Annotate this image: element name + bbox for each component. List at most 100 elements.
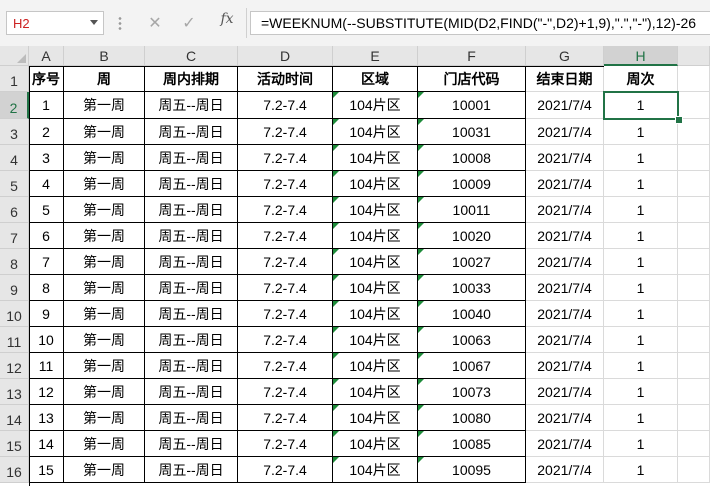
cell-i14[interactable] [678,405,710,431]
cell-e11[interactable]: 104片区 [333,327,418,353]
row-header-4[interactable]: 4 [0,145,29,171]
cell-g4[interactable]: 2021/7/4 [526,145,604,171]
cell-f7[interactable]: 10020 [418,223,526,249]
cell-g9[interactable]: 2021/7/4 [526,275,604,301]
cell-d2[interactable]: 7.2-7.4 [238,92,333,119]
cell-c13[interactable]: 周五--周日 [145,379,238,405]
cell-d6[interactable]: 7.2-7.4 [238,197,333,223]
name-box[interactable]: H2 [6,11,104,35]
row-header-7[interactable]: 7 [0,223,29,249]
cell-h14[interactable]: 1 [604,405,678,431]
cell-h8[interactable]: 1 [604,249,678,275]
cell-h3[interactable]: 1 [604,119,678,145]
cell-a10[interactable]: 9 [29,301,64,327]
row-header-15[interactable]: 15 [0,431,29,457]
cell-d3[interactable]: 7.2-7.4 [238,119,333,145]
cell-i1[interactable] [678,66,710,92]
cell-b3[interactable]: 第一周 [64,119,145,145]
cell-f8[interactable]: 10027 [418,249,526,275]
cell-a6[interactable]: 5 [29,197,64,223]
cell-g7[interactable]: 2021/7/4 [526,223,604,249]
cell-b5[interactable]: 第一周 [64,171,145,197]
row-header-11[interactable]: 11 [0,327,29,353]
row-header-5[interactable]: 5 [0,171,29,197]
header-cell-b[interactable]: 周 [64,66,145,92]
cell-h9[interactable]: 1 [604,275,678,301]
cell-f10[interactable]: 10040 [418,301,526,327]
cell-e12[interactable]: 104片区 [333,353,418,379]
cell-i11[interactable] [678,327,710,353]
cell-c16[interactable]: 周五--周日 [145,457,238,483]
cell-i16[interactable] [678,457,710,483]
row-header-14[interactable]: 14 [0,405,29,431]
cell-a4[interactable]: 3 [29,145,64,171]
row-header-10[interactable]: 10 [0,301,29,327]
cell-c15[interactable]: 周五--周日 [145,431,238,457]
cell-h15[interactable]: 1 [604,431,678,457]
cell-c11[interactable]: 周五--周日 [145,327,238,353]
header-cell-h[interactable]: 周次 [604,66,678,92]
cell-f4[interactable]: 10008 [418,145,526,171]
cell-g10[interactable]: 2021/7/4 [526,301,604,327]
cell-i6[interactable] [678,197,710,223]
cell-h5[interactable]: 1 [604,171,678,197]
cell-f16[interactable]: 10095 [418,457,526,483]
cell-b7[interactable]: 第一周 [64,223,145,249]
header-cell-e[interactable]: 区域 [333,66,418,92]
cell-h4[interactable]: 1 [604,145,678,171]
cell-b12[interactable]: 第一周 [64,353,145,379]
cell-i4[interactable] [678,145,710,171]
cell-d7[interactable]: 7.2-7.4 [238,223,333,249]
formula-input[interactable]: =WEEKNUM(--SUBSTITUTE(MID(D2,FIND("-",D2… [250,11,710,35]
cell-e16[interactable]: 104片区 [333,457,418,483]
cell-c9[interactable]: 周五--周日 [145,275,238,301]
cell-f13[interactable]: 10073 [418,379,526,405]
cell-i12[interactable] [678,353,710,379]
header-cell-a[interactable]: 序号 [29,66,64,92]
cell-b6[interactable]: 第一周 [64,197,145,223]
cell-d8[interactable]: 7.2-7.4 [238,249,333,275]
cell-e3[interactable]: 104片区 [333,119,418,145]
cell-d9[interactable]: 7.2-7.4 [238,275,333,301]
cell-d5[interactable]: 7.2-7.4 [238,171,333,197]
cell-c6[interactable]: 周五--周日 [145,197,238,223]
chevron-down-icon[interactable] [90,20,98,25]
cell-c7[interactable]: 周五--周日 [145,223,238,249]
column-header-c[interactable]: C [145,46,238,66]
header-cell-g[interactable]: 结束日期 [526,66,604,92]
cell-i7[interactable] [678,223,710,249]
cell-a9[interactable]: 8 [29,275,64,301]
header-cell-c[interactable]: 周内排期 [145,66,238,92]
cell-g12[interactable]: 2021/7/4 [526,353,604,379]
cell-e7[interactable]: 104片区 [333,223,418,249]
cell-d12[interactable]: 7.2-7.4 [238,353,333,379]
cell-f15[interactable]: 10085 [418,431,526,457]
header-cell-f[interactable]: 门店代码 [418,66,526,92]
cell-f11[interactable]: 10063 [418,327,526,353]
row-header-16[interactable]: 16 [0,457,29,483]
cell-a2[interactable]: 1 [29,92,64,119]
cell-g14[interactable]: 2021/7/4 [526,405,604,431]
cell-g11[interactable]: 2021/7/4 [526,327,604,353]
cell-i10[interactable] [678,301,710,327]
row-header-12[interactable]: 12 [0,353,29,379]
cell-c10[interactable]: 周五--周日 [145,301,238,327]
cell-d14[interactable]: 7.2-7.4 [238,405,333,431]
cell-c4[interactable]: 周五--周日 [145,145,238,171]
cell-g5[interactable]: 2021/7/4 [526,171,604,197]
cell-h16[interactable]: 1 [604,457,678,483]
cell-c2[interactable]: 周五--周日 [145,92,238,119]
cell-g13[interactable]: 2021/7/4 [526,379,604,405]
cell-h7[interactable]: 1 [604,223,678,249]
cell-a14[interactable]: 13 [29,405,64,431]
cell-b16[interactable]: 第一周 [64,457,145,483]
column-header-g[interactable]: G [526,46,604,66]
row-header-13[interactable]: 13 [0,379,29,405]
cell-b8[interactable]: 第一周 [64,249,145,275]
cell-d4[interactable]: 7.2-7.4 [238,145,333,171]
cell-g16[interactable]: 2021/7/4 [526,457,604,483]
cell-b15[interactable]: 第一周 [64,431,145,457]
cell-e10[interactable]: 104片区 [333,301,418,327]
cell-h13[interactable]: 1 [604,379,678,405]
cell-g3[interactable]: 2021/7/4 [526,119,604,145]
